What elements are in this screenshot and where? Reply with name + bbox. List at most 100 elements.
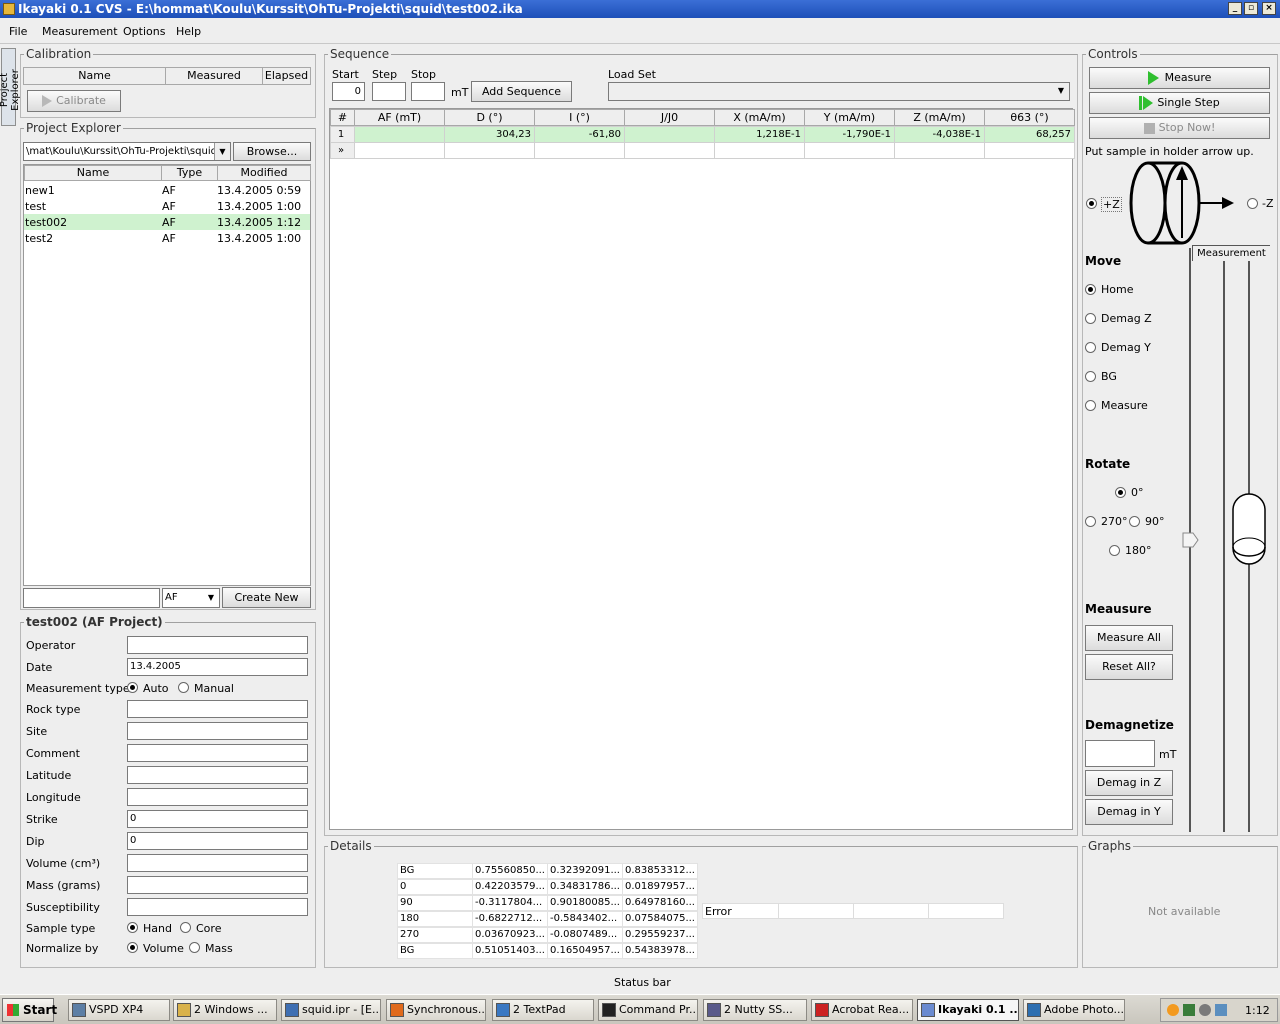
auto-radio[interactable] [127, 682, 138, 693]
minus-z-radio[interactable] [1247, 198, 1258, 209]
table-cell[interactable] [894, 142, 985, 159]
table-cell[interactable] [354, 126, 445, 143]
taskbar-item[interactable]: 2 Windows ... [173, 999, 277, 1021]
menu-options[interactable]: Options [123, 25, 165, 38]
susceptibility-input[interactable] [127, 898, 308, 916]
table-cell[interactable] [354, 142, 445, 159]
column-header[interactable]: X (mA/m) [714, 109, 805, 126]
demag-in-y-button[interactable]: Demag in Y [1085, 799, 1173, 825]
core-radio[interactable] [180, 922, 191, 933]
volume-input[interactable] [127, 854, 308, 872]
new-project-name-input[interactable] [23, 588, 160, 608]
move-bg-radio[interactable] [1085, 371, 1096, 382]
tray-icon[interactable] [1215, 1004, 1227, 1016]
column-header[interactable]: AF (mT) [354, 109, 445, 126]
slider-handle-icon[interactable] [1182, 532, 1200, 548]
rotate-0-radio[interactable] [1115, 487, 1126, 498]
measure-button[interactable]: Measure [1089, 67, 1270, 89]
stop-now-button[interactable]: Stop Now! [1089, 117, 1270, 139]
site-input[interactable] [127, 722, 308, 740]
table-cell[interactable] [624, 142, 715, 159]
comment-input[interactable] [127, 744, 308, 762]
mass-radio[interactable] [189, 942, 200, 953]
demag-in-z-button[interactable]: Demag in Z [1085, 770, 1173, 796]
move-home-radio[interactable] [1085, 284, 1096, 295]
taskbar-item[interactable]: 2 TextPad [492, 999, 594, 1021]
table-cell[interactable] [624, 126, 715, 143]
column-header[interactable]: Type [161, 165, 218, 181]
new-project-type-combo[interactable]: AF ▼ [162, 588, 220, 608]
column-header[interactable]: Modified [217, 165, 311, 181]
taskbar-item[interactable]: Acrobat Rea... [811, 999, 913, 1021]
dip-input[interactable]: 0 [127, 832, 308, 850]
column-header[interactable]: Z (mA/m) [894, 109, 985, 126]
browse-button[interactable]: Browse... [233, 142, 311, 161]
minimize-button[interactable]: _ [1228, 2, 1242, 15]
measure-all-button[interactable]: Measure All [1085, 625, 1173, 651]
table-cell[interactable] [444, 142, 535, 159]
move-demag-y-radio[interactable] [1085, 342, 1096, 353]
rotate-90-radio[interactable] [1129, 516, 1140, 527]
single-step-button[interactable]: Single Step [1089, 92, 1270, 114]
taskbar-item[interactable]: Synchronous... [386, 999, 486, 1021]
chevron-down-icon[interactable]: ▼ [203, 589, 219, 607]
date-input[interactable]: 13.4.2005 [127, 658, 308, 676]
taskbar-item[interactable]: Command Pr... [598, 999, 698, 1021]
taskbar-item[interactable]: 2 Nutty SS... [703, 999, 807, 1021]
path-combo[interactable]: \mat\Koulu\Kurssit\OhTu-Projekti\squid ▼ [23, 142, 231, 161]
table-cell[interactable] [534, 142, 625, 159]
table-cell[interactable]: 304,23 [444, 126, 535, 143]
file-row[interactable]: test002 AF 13.4.2005 1:12 [24, 214, 310, 230]
plus-z-radio[interactable] [1086, 198, 1097, 209]
mass-input[interactable] [127, 876, 308, 894]
table-cell[interactable]: -1,790E-1 [804, 126, 895, 143]
start-input[interactable]: 0 [332, 82, 365, 101]
tray-icon[interactable] [1199, 1004, 1211, 1016]
chevron-down-icon[interactable]: ▼ [1053, 83, 1069, 100]
taskbar-item[interactable]: VSPD XP4 [68, 999, 170, 1021]
hand-radio[interactable] [127, 922, 138, 933]
table-cell[interactable] [984, 142, 1075, 159]
column-header[interactable]: θ63 (°) [984, 109, 1075, 126]
rotate-180-radio[interactable] [1109, 545, 1120, 556]
table-cell[interactable] [804, 142, 895, 159]
column-header[interactable]: Elapsed [262, 67, 311, 85]
operator-input[interactable] [127, 636, 308, 654]
tray-icon[interactable] [1167, 1004, 1179, 1016]
menu-file[interactable]: File [9, 25, 27, 38]
rock-type-input[interactable] [127, 700, 308, 718]
column-header[interactable]: Name [24, 165, 162, 181]
column-header[interactable]: J/J0 [624, 109, 715, 126]
load-set-combo[interactable]: ▼ [608, 82, 1070, 101]
table-cell[interactable]: -4,038E-1 [894, 126, 985, 143]
file-row[interactable]: test AF 13.4.2005 1:00 [24, 198, 310, 214]
calibrate-button[interactable]: Calibrate [27, 90, 121, 112]
table-cell[interactable]: 1,218E-1 [714, 126, 805, 143]
step-input[interactable] [372, 82, 406, 101]
menu-measurement[interactable]: Measurement [42, 25, 118, 38]
stop-input[interactable] [411, 82, 445, 101]
table-cell[interactable] [714, 142, 805, 159]
menu-help[interactable]: Help [176, 25, 201, 38]
start-button[interactable]: Start [2, 998, 57, 1022]
longitude-input[interactable] [127, 788, 308, 806]
column-header[interactable]: D (°) [444, 109, 535, 126]
demag-amplitude-input[interactable] [1085, 740, 1155, 767]
column-header[interactable]: # [330, 109, 355, 126]
strike-input[interactable]: 0 [127, 810, 308, 828]
add-sequence-button[interactable]: Add Sequence [471, 81, 572, 102]
move-measure-radio[interactable] [1085, 400, 1096, 411]
column-header[interactable]: Name [23, 67, 166, 85]
rotate-270-radio[interactable] [1085, 516, 1096, 527]
maximize-button[interactable]: ▫ [1244, 2, 1258, 15]
tray-icon[interactable] [1183, 1004, 1195, 1016]
file-row[interactable]: test2 AF 13.4.2005 1:00 [24, 230, 310, 246]
table-cell[interactable]: 68,257 [984, 126, 1075, 143]
table-cell[interactable]: -61,80 [534, 126, 625, 143]
manual-radio[interactable] [178, 682, 189, 693]
latitude-input[interactable] [127, 766, 308, 784]
volume-radio[interactable] [127, 942, 138, 953]
move-demag-z-radio[interactable] [1085, 313, 1096, 324]
taskbar-item[interactable]: squid.ipr - [E... [281, 999, 381, 1021]
taskbar-item[interactable]: Adobe Photo... [1023, 999, 1125, 1021]
